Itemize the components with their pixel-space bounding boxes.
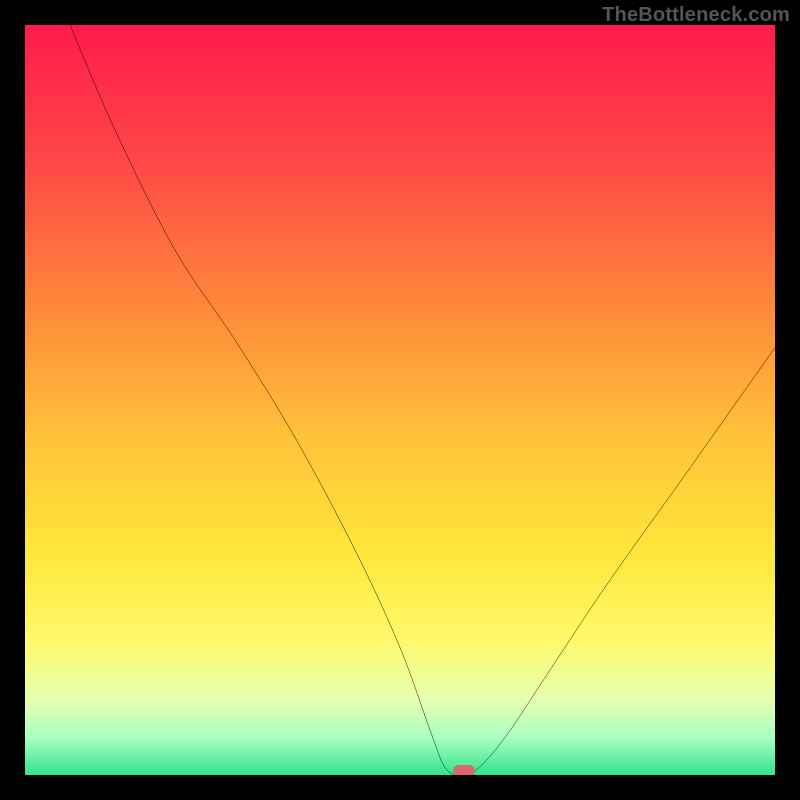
watermark-text: TheBottleneck.com bbox=[602, 4, 790, 27]
bottleneck-curve bbox=[25, 25, 775, 775]
plot-area bbox=[25, 25, 775, 775]
chart-frame: TheBottleneck.com bbox=[0, 0, 800, 800]
optimal-marker bbox=[453, 765, 475, 776]
